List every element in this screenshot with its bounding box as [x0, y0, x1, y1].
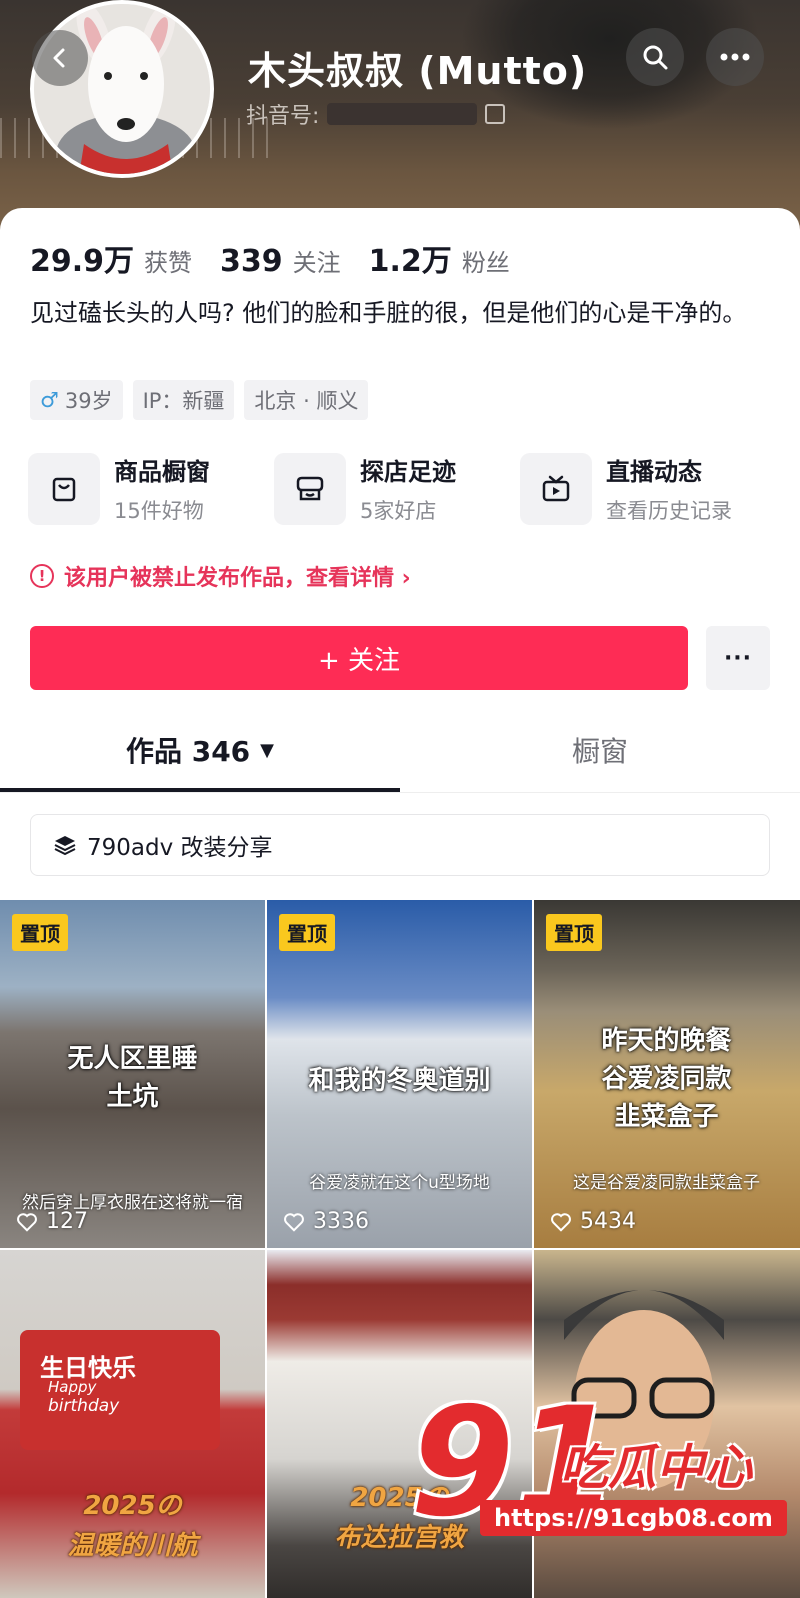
video-card[interactable]: 置顶 无人区里睡 土坑 然后穿上厚衣服在这将就一宿 127 — [0, 900, 265, 1248]
video-overlay-text: 2025の 温暖的川航 — [67, 1491, 198, 1561]
person-face-graphic — [564, 1290, 724, 1490]
stat-likes[interactable]: 29.9万 获赞 — [30, 236, 192, 280]
birthday-word: birthday — [48, 1396, 120, 1416]
male-icon: ♂ — [40, 388, 59, 412]
shopping-bag-icon — [28, 452, 100, 525]
pinned-badge: 置顶 — [12, 914, 68, 951]
douyin-id-redacted — [327, 103, 478, 125]
douyin-id: 抖音号: — [246, 98, 506, 130]
stat-label: 关注 — [292, 249, 341, 277]
video-card[interactable]: 置顶 昨天的晚餐 谷爱凌同款 韭菜盒子 这是谷爱凌同款韭菜盒子 5434 — [534, 900, 800, 1248]
stats-row: 29.9万 获赞 339 关注 1.2万 粉丝 — [30, 236, 538, 280]
tag-age: 39岁 — [64, 389, 113, 413]
tag-ip: IP：新疆 — [132, 380, 235, 420]
video-overlay-text: 2025の 布达拉宫救 — [334, 1483, 465, 1553]
tab-shop-label: 橱窗 — [571, 735, 628, 768]
heart-icon — [551, 1212, 571, 1232]
chevron-left-icon — [53, 48, 65, 68]
back-button[interactable] — [32, 30, 88, 86]
stat-value: 29.9万 — [30, 244, 135, 279]
video-card[interactable]: 置顶 和我的冬奥道别 谷爱凌就在这个u型场地 3336 — [267, 900, 532, 1248]
profile-name: 木头叔叔 (Mutto) — [248, 49, 588, 93]
feature-row: 商品橱窗 15件好物 探店足迹 5家好店 直播动态 查看历史记录 — [28, 452, 778, 525]
video-overlay-text: 和我的冬奥道别 — [308, 1066, 491, 1096]
heart-icon — [284, 1212, 304, 1232]
video-card[interactable]: 生日快乐 Happy birthday 2025の 温暖的川航 — [0, 1250, 265, 1598]
stat-label: 粉丝 — [461, 249, 510, 277]
content-tabs: 作品 346 ▼ 橱窗 — [0, 708, 800, 793]
douyin-id-label: 抖音号: — [246, 104, 320, 129]
banned-notice-text: 该用户被禁止发布作品，查看详情 › — [64, 566, 411, 591]
collection-label: 790adv 改装分享 — [87, 835, 273, 861]
pinned-badge: 置顶 — [279, 914, 335, 951]
heart-icon — [17, 1212, 37, 1232]
banned-notice[interactable]: ! 该用户被禁止发布作品，查看详情 › — [30, 560, 411, 592]
tab-shop-window[interactable]: 橱窗 — [400, 708, 800, 792]
caret-down-icon: ▼ — [260, 739, 275, 761]
stat-value: 339 — [220, 244, 283, 279]
video-likes: 127 — [16, 1209, 88, 1234]
avatar[interactable] — [30, 0, 214, 178]
video-card[interactable]: 2025の 布达拉宫救 — [267, 1250, 532, 1598]
tag-gender-age: ♂ 39岁 — [30, 380, 123, 420]
warning-icon: ! — [30, 564, 54, 588]
tab-works-label: 作品 346 — [125, 735, 251, 768]
feature-live-history[interactable]: 直播动态 查看历史记录 — [520, 452, 766, 525]
feature-title: 商品橱窗 — [114, 458, 210, 486]
profile-tags: ♂ 39岁 IP：新疆 北京 · 顺义 — [30, 380, 369, 420]
follow-button[interactable]: + 关注 — [30, 626, 688, 690]
layers-icon — [54, 836, 76, 856]
profile-card: 29.9万 获赞 339 关注 1.2万 粉丝 见过磕长头的人吗? 他们的脸和手… — [0, 208, 800, 1598]
tab-works[interactable]: 作品 346 ▼ — [0, 708, 400, 792]
birthday-happy: Happy — [48, 1378, 97, 1396]
search-button[interactable] — [626, 28, 684, 86]
likes-count: 3336 — [313, 1209, 369, 1234]
feature-store-visits[interactable]: 探店足迹 5家好店 — [274, 452, 520, 525]
collection-chip[interactable]: 790adv 改装分享 — [30, 814, 770, 876]
video-card[interactable] — [534, 1250, 800, 1598]
tab-active-indicator — [0, 788, 400, 792]
search-icon — [643, 45, 668, 70]
feature-shop-window[interactable]: 商品橱窗 15件好物 — [28, 452, 274, 525]
likes-count: 5434 — [580, 1209, 636, 1234]
more-button[interactable] — [706, 28, 764, 86]
video-caption: 这是谷爱凌同款韭菜盒子 — [573, 1173, 760, 1193]
video-overlay-text: 无人区里睡 土坑 — [67, 1044, 198, 1112]
stat-followers[interactable]: 1.2万 粉丝 — [369, 236, 510, 280]
ellipsis-icon — [720, 53, 750, 61]
video-likes: 5434 — [550, 1209, 636, 1234]
tag-location: 北京 · 顺义 — [244, 380, 369, 420]
stat-label: 获赞 — [144, 249, 193, 277]
feature-subtitle: 15件好物 — [114, 499, 204, 523]
feature-title: 探店足迹 — [360, 458, 456, 486]
video-caption: 谷爱凌就在这个u型场地 — [309, 1173, 490, 1193]
feature-subtitle: 5家好店 — [360, 499, 437, 523]
tv-icon — [520, 452, 592, 525]
store-icon — [274, 452, 346, 525]
pinned-badge: 置顶 — [546, 914, 602, 951]
video-likes: 3336 — [283, 1209, 369, 1234]
copy-icon[interactable] — [485, 104, 506, 124]
video-overlay-text: 昨天的晚餐 谷爱凌同款 韭菜盒子 — [601, 1026, 732, 1132]
feature-subtitle: 查看历史记录 — [606, 499, 732, 523]
stat-following[interactable]: 339 关注 — [220, 243, 341, 279]
follow-more-button[interactable]: ··· — [706, 626, 770, 690]
stat-value: 1.2万 — [368, 244, 452, 279]
likes-count: 127 — [46, 1209, 88, 1234]
feature-title: 直播动态 — [606, 458, 702, 486]
bio-text: 见过磕长头的人吗? 他们的脸和手脏的很，但是他们的心是干净的。 — [30, 299, 747, 327]
